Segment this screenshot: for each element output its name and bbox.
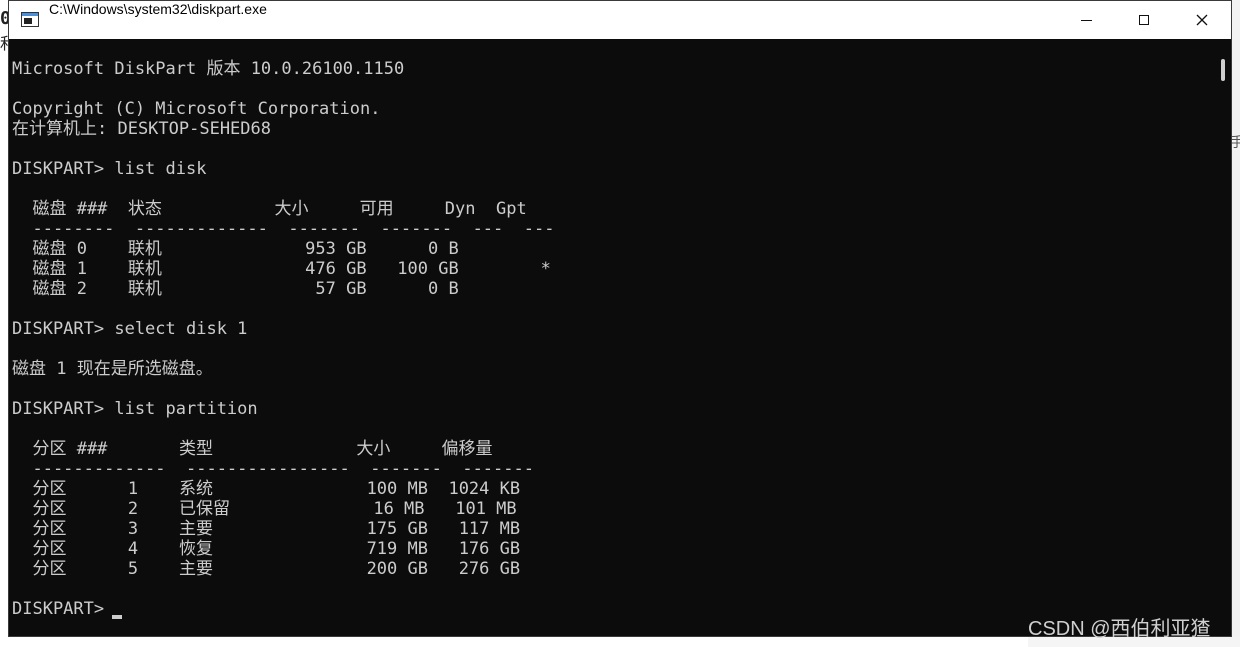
partition-table-header: 分区 ### 类型 大小 偏移量 <box>12 439 493 459</box>
disk-table-row: 磁盘 2 联机 57 GB 0 B <box>12 279 459 299</box>
partition-table-divider: ------------- ---------------- ------- -… <box>12 459 534 479</box>
console-command-line: DISKPART> select disk 1 <box>12 319 248 339</box>
console-window: C:\Windows\system32\diskpart.exe Microso… <box>8 0 1232 637</box>
console-prompt: DISKPART> <box>12 599 115 619</box>
maximize-icon <box>1139 15 1149 25</box>
close-button[interactable] <box>1173 1 1231 39</box>
title-bar[interactable]: C:\Windows\system32\diskpart.exe <box>9 1 1231 39</box>
window-title: C:\Windows\system32\diskpart.exe <box>49 1 267 17</box>
console-line: 磁盘 1 现在是所选磁盘。 <box>12 359 213 379</box>
console-line: Copyright (C) Microsoft Corporation. <box>12 99 381 119</box>
scrollbar-thumb[interactable] <box>1221 59 1225 81</box>
partition-table-row: 分区 5 主要 200 GB 276 GB <box>12 559 521 579</box>
partition-table-row: 分区 2 已保留 16 MB 101 MB <box>12 499 517 519</box>
partition-table-row: 分区 3 主要 175 GB 117 MB <box>12 519 521 539</box>
disk-table-row: 磁盘 0 联机 953 GB 0 B <box>12 239 459 259</box>
console-window-icon[interactable] <box>21 12 39 27</box>
console-line: 在计算机上: DESKTOP-SEHED68 <box>12 119 271 139</box>
disk-table-row: 磁盘 1 联机 476 GB 100 GB * <box>12 259 551 279</box>
minimize-button[interactable] <box>1057 1 1115 39</box>
partition-table-row: 分区 1 系统 100 MB 1024 KB <box>12 479 521 499</box>
console-output[interactable]: Microsoft DiskPart 版本 10.0.26100.1150 Co… <box>9 39 1231 636</box>
disk-table-divider: -------- ------------- ------- ------- -… <box>12 219 555 239</box>
partition-table-row: 分区 4 恢复 719 MB 176 GB <box>12 539 521 559</box>
background-window-edge <box>1232 0 1240 647</box>
minimize-icon <box>1080 19 1092 21</box>
maximize-button[interactable] <box>1115 1 1173 39</box>
close-icon <box>1196 14 1208 26</box>
disk-table-header: 磁盘 ### 状态 大小 可用 Dyn Gpt <box>12 199 527 219</box>
console-line: Microsoft DiskPart 版本 10.0.26100.1150 <box>12 59 405 79</box>
console-command-line: DISKPART> list disk <box>12 159 207 179</box>
console-command-line: DISKPART> list partition <box>12 399 258 419</box>
watermark: CSDN @西伯利亚猹 <box>1028 618 1211 640</box>
text-cursor <box>112 615 122 619</box>
